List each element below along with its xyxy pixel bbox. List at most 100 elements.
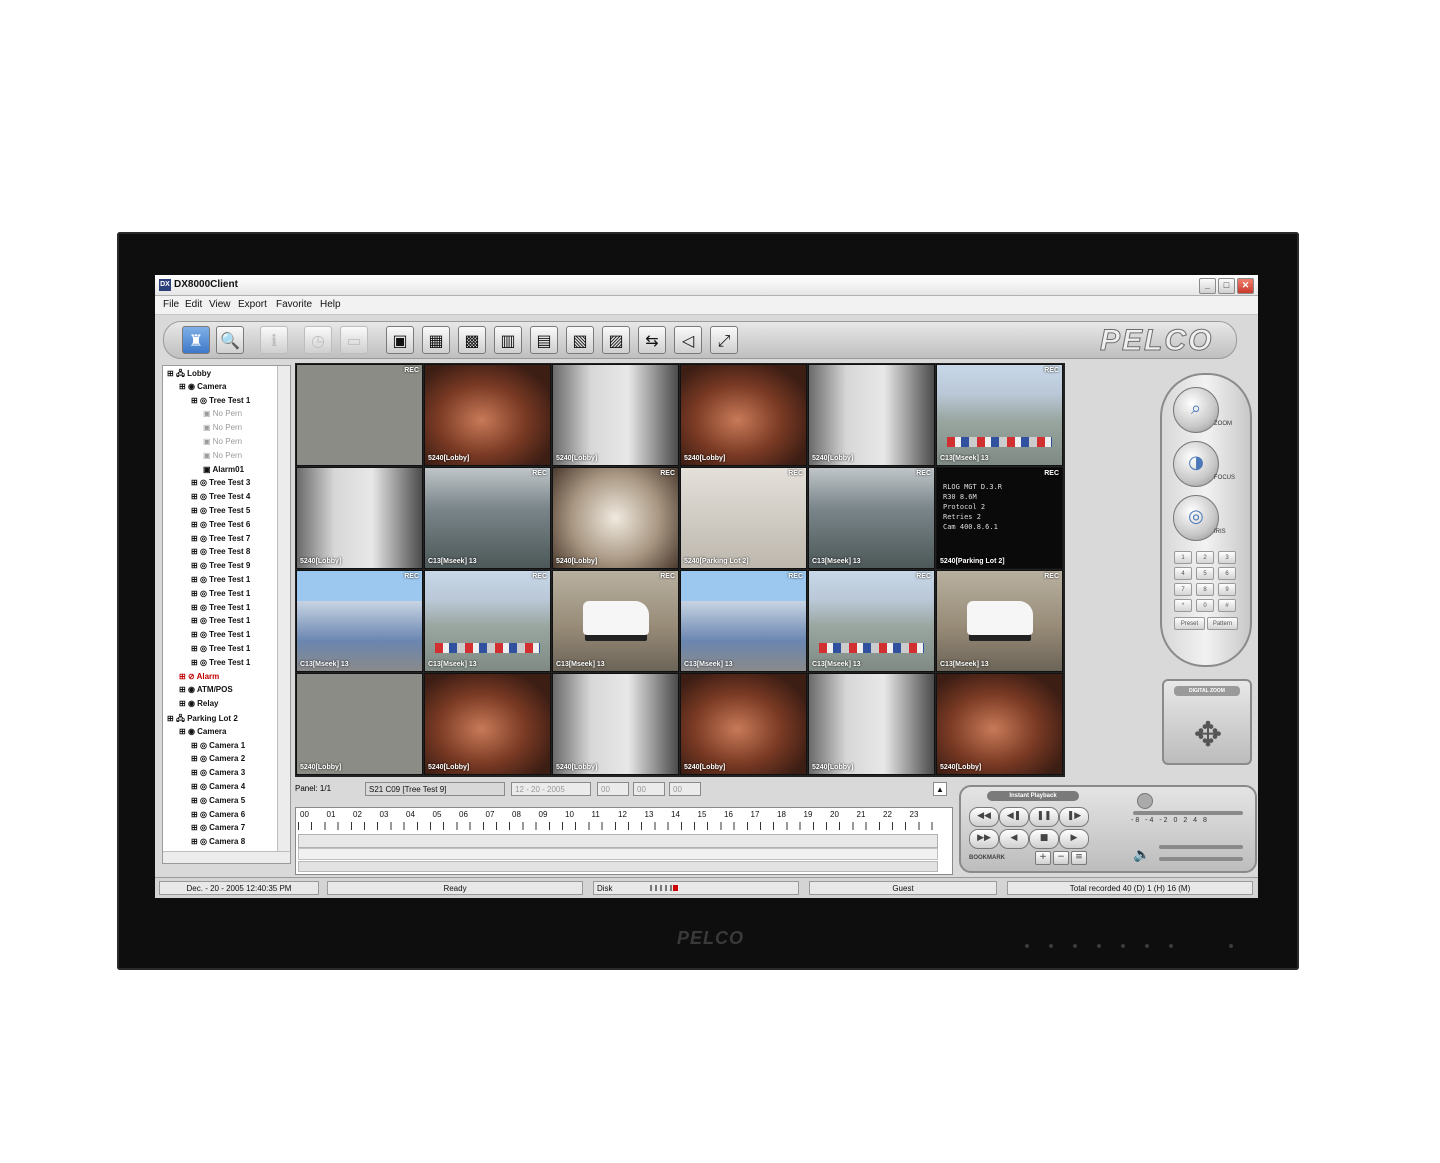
tree-item[interactable]: ⊞ ◎ Tree Test 1 (191, 575, 250, 588)
expand-icon[interactable]: ⊞ (191, 768, 200, 777)
expand-icon[interactable]: ⊞ (191, 782, 200, 791)
tree-item[interactable]: ⊞ ◎ Tree Test 3 (191, 478, 250, 491)
expand-icon[interactable]: ⊞ (191, 823, 200, 832)
expand-icon[interactable]: ⊞ (191, 837, 200, 846)
tree-item[interactable]: ⊞ ◉ Camera (179, 382, 227, 395)
video-tile[interactable]: C13[Mseek] 13 REC (808, 570, 935, 672)
expand-icon[interactable]: ⊞ (191, 741, 200, 750)
tree-item[interactable]: ⊞ ◉ ATM/POS (179, 685, 233, 698)
tree-item[interactable]: ⊞ ◎ Tree Test 1 (191, 396, 250, 409)
keypad-key[interactable]: 5 (1196, 567, 1214, 580)
menu-help[interactable]: Help (320, 299, 341, 310)
keypad-key[interactable]: 9 (1218, 583, 1236, 596)
layout-1plus7-icon[interactable]: ▧ (566, 326, 594, 354)
tree-item[interactable]: ⊞ ◎ Camera 7 (191, 823, 245, 836)
video-tile[interactable]: C13[Mseek] 13 REC (936, 570, 1063, 672)
video-tile[interactable]: REC (296, 364, 423, 466)
tree-horizontal-scrollbar[interactable] (163, 851, 290, 863)
video-tile[interactable]: C13[Mseek] 13 REC (680, 570, 807, 672)
keypad-key[interactable]: 0 (1196, 599, 1214, 612)
iris-knob[interactable]: ◎ (1173, 495, 1219, 541)
device-tree[interactable]: ⊞ 🖧 Lobby ⊞ ◉ Camera ⊞ ◎ Tree Test 1 ▣ No P… (162, 365, 291, 864)
search-icon[interactable]: 🔍 (216, 326, 244, 354)
tree-item[interactable]: ⊞ ◎ Camera 2 (191, 754, 245, 767)
tree-item[interactable]: ▣ No Pern (203, 423, 242, 436)
minimize-button[interactable]: _ (1199, 278, 1216, 294)
layout-3x3-icon[interactable]: ▩ (458, 326, 486, 354)
tree-item[interactable]: ▣ Alarm01 (203, 465, 244, 478)
expand-icon[interactable]: ⊞ (191, 616, 200, 625)
full-screen-icon[interactable]: ⤢ (710, 326, 738, 354)
keypad-key[interactable]: Preset (1174, 617, 1205, 630)
volume-slider[interactable] (1159, 857, 1243, 861)
video-tile[interactable]: 5240[Lobby] (936, 673, 1063, 775)
tree-item[interactable]: ⊞ 🖧 Lobby (167, 368, 211, 381)
tree-item[interactable]: ⊞ ◎ Tree Test 1 (191, 644, 250, 657)
balance-slider[interactable] (1159, 845, 1243, 849)
tree-item[interactable]: ⊞ ◎ Tree Test 1 (191, 630, 250, 643)
tree-item[interactable]: ⊞ 🖧 Parking Lot 2 (167, 713, 238, 726)
keypad-key[interactable]: 3 (1218, 551, 1236, 564)
date-field[interactable]: 12 - 20 - 2005 (511, 782, 591, 796)
layout-1x1-icon[interactable]: ▣ (386, 326, 414, 354)
video-tile[interactable]: C13[Mseek] 13 REC (424, 467, 551, 569)
video-tile[interactable]: 5240[Lobby] (808, 673, 935, 775)
tree-item[interactable]: ⊞ ◎ Tree Test 7 (191, 534, 250, 547)
expand-icon[interactable]: ⊞ (191, 478, 200, 487)
tree-item[interactable]: ⊞ ◎ Camera 1 (191, 741, 245, 754)
expand-icon[interactable]: ⊞ (191, 492, 200, 501)
timeline-track[interactable] (298, 834, 938, 848)
fast-forward-button[interactable]: ▶▶ (969, 829, 999, 849)
previous-page-icon[interactable]: ◁ (674, 326, 702, 354)
bookmark-add-button[interactable]: + (1035, 851, 1051, 865)
tree-item[interactable]: ▣ No Pern (203, 451, 242, 464)
video-tile[interactable]: 5240[Lobby] (680, 364, 807, 466)
step-forward-button[interactable]: ❚▶ (1059, 807, 1089, 827)
close-button[interactable]: ✕ (1237, 278, 1254, 294)
video-tile[interactable]: 5240[Lobby] (296, 467, 423, 569)
tree-item[interactable]: ⊞ ◎ Camera 5 (191, 796, 245, 809)
tree-item[interactable]: ⊞ ◎ Tree Test 4 (191, 492, 250, 505)
menu-favorite[interactable]: Favorite (276, 299, 312, 310)
focus-knob[interactable]: ◑ (1173, 441, 1219, 487)
layout-2x2-icon[interactable]: ▦ (422, 326, 450, 354)
expand-icon[interactable]: ⊞ (191, 810, 200, 819)
keypad-key[interactable]: # (1218, 599, 1236, 612)
play-button[interactable]: ▶ (1059, 829, 1089, 849)
tree-item[interactable]: ⊞ ◎ Tree Test 6 (191, 520, 250, 533)
video-tile[interactable]: 5240[Parking Lot 2] REC (680, 467, 807, 569)
expand-icon[interactable]: ⊞ (191, 644, 200, 653)
speed-slider[interactable] (1133, 811, 1243, 815)
video-tile[interactable]: 5240[Lobby] (680, 673, 807, 775)
stop-button[interactable]: ■ (1029, 829, 1059, 849)
bookmark-list-button[interactable]: ≡ (1071, 851, 1087, 865)
tree-item[interactable]: ⊞ ◉ Camera (179, 727, 227, 740)
menu-export[interactable]: Export (238, 299, 267, 310)
expand-icon[interactable]: ⊞ (191, 561, 200, 570)
tree-item[interactable]: ⊞ ◎ Tree Test 8 (191, 547, 250, 560)
expand-icon[interactable]: ⊞ (191, 603, 200, 612)
folder-icon[interactable]: ▭ (340, 326, 368, 354)
video-tile[interactable]: C13[Mseek] 13 REC (808, 467, 935, 569)
video-tile[interactable]: 5240[Parking Lot 2] REC RLOG MGT D.3.R R30… (936, 467, 1063, 569)
zoom-knob[interactable]: ⌕ (1173, 387, 1219, 433)
tree-item[interactable]: ⊞ ◎ Camera 8 (191, 837, 245, 850)
tree-item[interactable]: ⊞ ◎ Camera 6 (191, 810, 245, 823)
keypad-key[interactable]: * (1174, 599, 1192, 612)
expand-icon[interactable]: ⊞ (191, 589, 200, 598)
keypad-key[interactable]: 7 (1174, 583, 1192, 596)
expand-icon[interactable]: ⊞ (191, 396, 200, 405)
tree-item[interactable]: ⊞ ◎ Camera 4 (191, 782, 245, 795)
menu-file[interactable]: File (163, 299, 179, 310)
timeline-track-secondary[interactable] (298, 848, 938, 860)
tree-item[interactable]: ⊞ ◎ Tree Test 1 (191, 658, 250, 671)
tree-item[interactable]: ⊞ ◎ Camera 3 (191, 768, 245, 781)
keypad-key[interactable]: Pattern (1207, 617, 1238, 630)
expand-icon[interactable]: ⊞ (191, 534, 200, 543)
reverse-play-button[interactable]: ◀ (999, 829, 1029, 849)
direction-pad-icon[interactable]: ✥ (1188, 715, 1228, 755)
expand-icon[interactable]: ⊞ (191, 630, 200, 639)
tree-item[interactable]: ▣ No Pern (203, 409, 242, 422)
keypad-key[interactable]: 6 (1218, 567, 1236, 580)
expand-icon[interactable]: ⊞ (191, 506, 200, 515)
